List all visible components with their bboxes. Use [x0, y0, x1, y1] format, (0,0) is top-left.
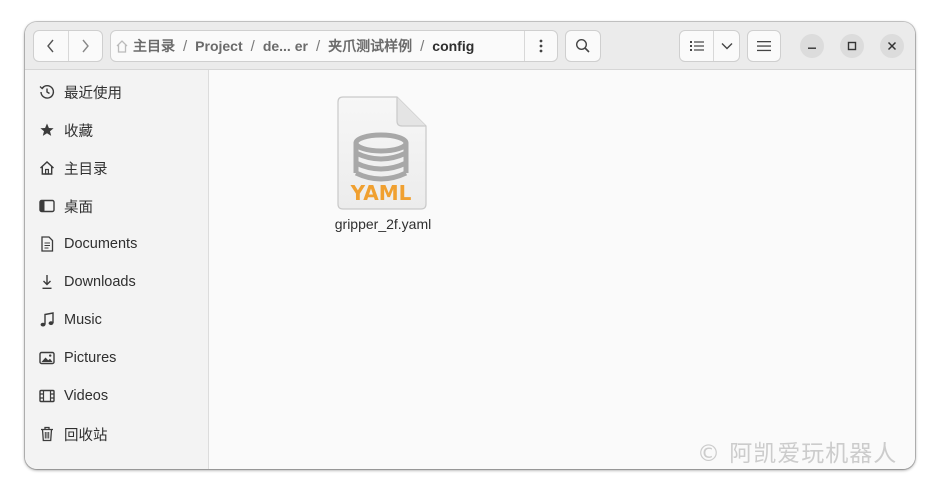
trash-icon	[38, 426, 56, 442]
sidebar-item-label: Videos	[64, 388, 109, 404]
minimize-icon	[808, 47, 816, 49]
music-icon	[38, 312, 56, 328]
sidebar-item-label: Downloads	[64, 274, 136, 290]
desktop-icon	[38, 199, 56, 213]
download-icon	[38, 274, 56, 290]
home-icon[interactable]	[111, 39, 129, 53]
document-icon	[38, 236, 56, 252]
breadcrumb-project[interactable]: Project	[191, 38, 246, 54]
sidebar-item-label: Documents	[64, 236, 138, 252]
path-bar: 主目录 / Project / de... er / 夹爪测试样例 / conf…	[110, 30, 558, 62]
hamburger-menu-icon	[757, 41, 771, 52]
video-icon	[38, 389, 56, 403]
svg-text:YAML: YAML	[350, 181, 412, 205]
maximize-button[interactable]	[840, 34, 864, 58]
sidebar-item-recent[interactable]: 最近使用	[25, 74, 209, 110]
sidebar-item-music[interactable]: Music	[25, 302, 209, 338]
chevron-right-icon	[82, 39, 90, 53]
sidebar-item-label: 最近使用	[64, 85, 122, 102]
vertical-dots-icon	[539, 39, 543, 53]
breadcrumb-collapsed[interactable]: de... er	[259, 38, 312, 54]
sidebar-item-label: Music	[64, 312, 102, 328]
breadcrumb-separator: /	[420, 37, 425, 55]
back-button[interactable]	[34, 31, 68, 61]
picture-icon	[38, 351, 56, 365]
file-item[interactable]: YAML gripper_2f.yaml	[315, 90, 451, 240]
chevron-left-icon	[47, 39, 54, 53]
breadcrumb-gripper-examples[interactable]: 夹爪测试样例	[324, 36, 416, 56]
sidebar-item-trash[interactable]: 回收站	[25, 416, 209, 452]
sidebar-item-desktop[interactable]: 桌面	[25, 188, 209, 224]
list-view-icon	[689, 41, 704, 51]
search-icon	[575, 38, 590, 53]
search-button[interactable]	[565, 30, 601, 62]
home-icon	[38, 160, 56, 176]
sidebar-item-label: Pictures	[64, 350, 117, 366]
breadcrumb-home[interactable]: 主目录	[129, 36, 179, 56]
file-view: YAML gripper_2f.yaml	[210, 70, 915, 469]
breadcrumb-current[interactable]: config	[428, 38, 478, 54]
navigation-buttons	[33, 30, 103, 62]
sidebar-item-label: 回收站	[64, 427, 108, 444]
clock-icon	[38, 84, 56, 100]
breadcrumb-separator: /	[183, 37, 188, 55]
path-menu-button[interactable]	[524, 31, 557, 61]
file-manager-window: 主目录 / Project / de... er / 夹爪测试样例 / conf…	[25, 22, 915, 469]
view-options	[679, 30, 740, 62]
sidebar-item-starred[interactable]: 收藏	[25, 112, 209, 148]
watermark: © 阿凯爱玩机器人	[697, 441, 898, 467]
file-name: gripper_2f.yaml	[334, 216, 432, 232]
sidebar-item-label: 桌面	[64, 199, 93, 216]
close-icon	[887, 41, 897, 51]
headerbar: 主目录 / Project / de... er / 夹爪测试样例 / conf…	[25, 22, 915, 70]
sidebar-item-label: 收藏	[64, 123, 93, 140]
forward-button[interactable]	[67, 31, 102, 61]
close-button[interactable]	[880, 34, 904, 58]
maximize-icon	[847, 41, 857, 51]
minimize-button[interactable]	[800, 34, 824, 58]
chevron-down-icon	[721, 43, 733, 50]
sidebar-item-downloads[interactable]: Downloads	[25, 264, 209, 300]
sidebar: 最近使用 收藏 主目录 桌面 Documents Downloads Music…	[25, 70, 209, 469]
breadcrumb-separator: /	[250, 37, 255, 55]
sidebar-item-home[interactable]: 主目录	[25, 150, 209, 186]
star-icon	[38, 122, 56, 138]
sidebar-item-pictures[interactable]: Pictures	[25, 340, 209, 376]
list-view-button[interactable]	[680, 31, 713, 61]
sidebar-item-documents[interactable]: Documents	[25, 226, 209, 262]
sidebar-item-videos[interactable]: Videos	[25, 378, 209, 414]
yaml-file-icon: YAML	[337, 96, 427, 210]
main-menu-button[interactable]	[747, 30, 781, 62]
sidebar-item-label: 主目录	[64, 161, 108, 178]
breadcrumb-separator: /	[315, 37, 321, 55]
view-options-dropdown[interactable]	[713, 31, 739, 61]
